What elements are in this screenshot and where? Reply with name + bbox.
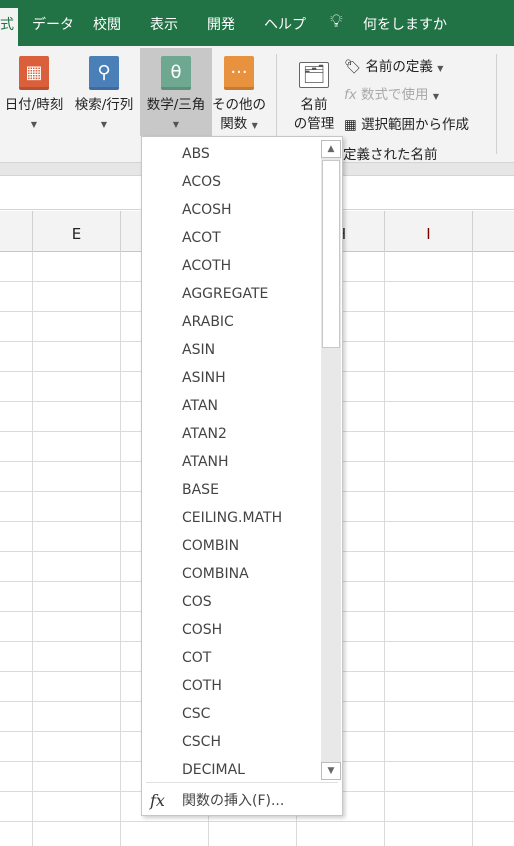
math-trig-button[interactable]: θ 数学/三角 ▼ xyxy=(140,48,212,136)
ribbon-tab-bar: 式 データ 校閲 表示 開発 ヘルプ 💡︎ 何をしますか xyxy=(0,0,514,46)
use-in-formula-button[interactable]: fx 数式で使用 ▼ xyxy=(344,83,439,103)
tab-help[interactable]: ヘルプ xyxy=(264,14,306,34)
function-item-decimal[interactable]: DECIMAL xyxy=(182,756,245,784)
name-manager-icon: 🗂︎ xyxy=(299,62,329,88)
dropdown-scrollbar[interactable]: ▲ ▼ xyxy=(321,140,341,780)
lightbulb-icon: 💡︎ xyxy=(330,11,343,32)
table-icon: ▦ xyxy=(344,117,357,133)
chevron-down-icon: ▼ xyxy=(100,120,108,129)
scroll-down-icon[interactable]: ▼ xyxy=(321,762,341,780)
create-from-selection-button[interactable]: ▦ 選択範囲から作成 xyxy=(344,113,469,133)
function-item-aggregate[interactable]: AGGREGATE xyxy=(182,280,268,308)
function-item-ceiling-math[interactable]: CEILING.MATH xyxy=(182,504,282,532)
function-item-acoth[interactable]: ACOTH xyxy=(182,252,231,280)
theta-icon: θ xyxy=(161,56,191,90)
tab-data[interactable]: データ xyxy=(32,14,74,34)
date-time-button[interactable]: ▦ 日付/時刻 ▼ xyxy=(0,48,68,136)
function-item-acot[interactable]: ACOT xyxy=(182,224,221,252)
column-header-i[interactable]: I xyxy=(384,211,472,252)
chevron-down-icon: ▼ xyxy=(432,92,439,101)
scrollbar-thumb[interactable] xyxy=(322,160,340,348)
tab-developer[interactable]: 開発 xyxy=(207,14,235,34)
function-item-abs[interactable]: ABS xyxy=(182,140,210,168)
more-functions-button[interactable]: ··· その他の 関数 ▼ xyxy=(212,48,266,136)
function-item-acosh[interactable]: ACOSH xyxy=(182,196,232,224)
fx-icon: fx xyxy=(150,791,165,810)
tell-me-search[interactable]: 何をしますか xyxy=(363,14,447,34)
define-name-button[interactable]: 🏷︎ 名前の定義 ▼ xyxy=(344,55,443,75)
chevron-down-icon: ▼ xyxy=(437,64,444,73)
chevron-down-icon: ▼ xyxy=(251,121,258,130)
function-item-atan2[interactable]: ATAN2 xyxy=(182,420,227,448)
column-header-e[interactable]: E xyxy=(32,211,120,252)
function-item-combina[interactable]: COMBINA xyxy=(182,560,249,588)
fx-icon: fx xyxy=(344,87,357,103)
group-label-defined-names: 定義された名前 xyxy=(343,147,438,163)
more-icon: ··· xyxy=(224,56,254,90)
scroll-up-icon[interactable]: ▲ xyxy=(321,140,341,158)
function-item-csch[interactable]: CSCH xyxy=(182,728,221,756)
name-manager-button[interactable]: 🗂︎ 名前 の管理 xyxy=(286,48,342,136)
function-item-cosh[interactable]: COSH xyxy=(182,616,222,644)
insert-function-item[interactable]: fx 関数の挿入(F)... xyxy=(142,787,342,815)
function-item-combin[interactable]: COMBIN xyxy=(182,532,239,560)
function-item-cot[interactable]: COT xyxy=(182,644,211,672)
column-header-next[interactable] xyxy=(472,211,514,252)
divider xyxy=(496,54,497,154)
chevron-down-icon: ▼ xyxy=(172,120,180,129)
tab-formulas[interactable]: 式 xyxy=(0,8,18,46)
function-item-atan[interactable]: ATAN xyxy=(182,392,218,420)
function-item-base[interactable]: BASE xyxy=(182,476,219,504)
lookup-reference-button[interactable]: ⚲ 検索/行列 ▼ xyxy=(68,48,140,136)
math-trig-dropdown: ABS ACOS ACOSH ACOT ACOTH AGGREGATE ARABIC ASIN… xyxy=(141,136,343,816)
function-item-csc[interactable]: CSC xyxy=(182,700,210,728)
divider xyxy=(146,782,338,783)
tag-icon: 🏷︎ xyxy=(344,59,362,75)
chevron-down-icon: ▼ xyxy=(30,120,38,129)
function-item-acos[interactable]: ACOS xyxy=(182,168,221,196)
function-item-asin[interactable]: ASIN xyxy=(182,336,215,364)
function-item-arabic[interactable]: ARABIC xyxy=(182,308,234,336)
function-item-atanh[interactable]: ATANH xyxy=(182,448,229,476)
tab-view[interactable]: 表示 xyxy=(150,14,178,34)
function-item-asinh[interactable]: ASINH xyxy=(182,364,226,392)
function-item-coth[interactable]: COTH xyxy=(182,672,222,700)
magnifier-icon: ⚲ xyxy=(89,56,119,90)
tab-review[interactable]: 校閲 xyxy=(93,14,121,34)
function-item-cos[interactable]: COS xyxy=(182,588,212,616)
calendar-icon: ▦ xyxy=(19,56,49,90)
